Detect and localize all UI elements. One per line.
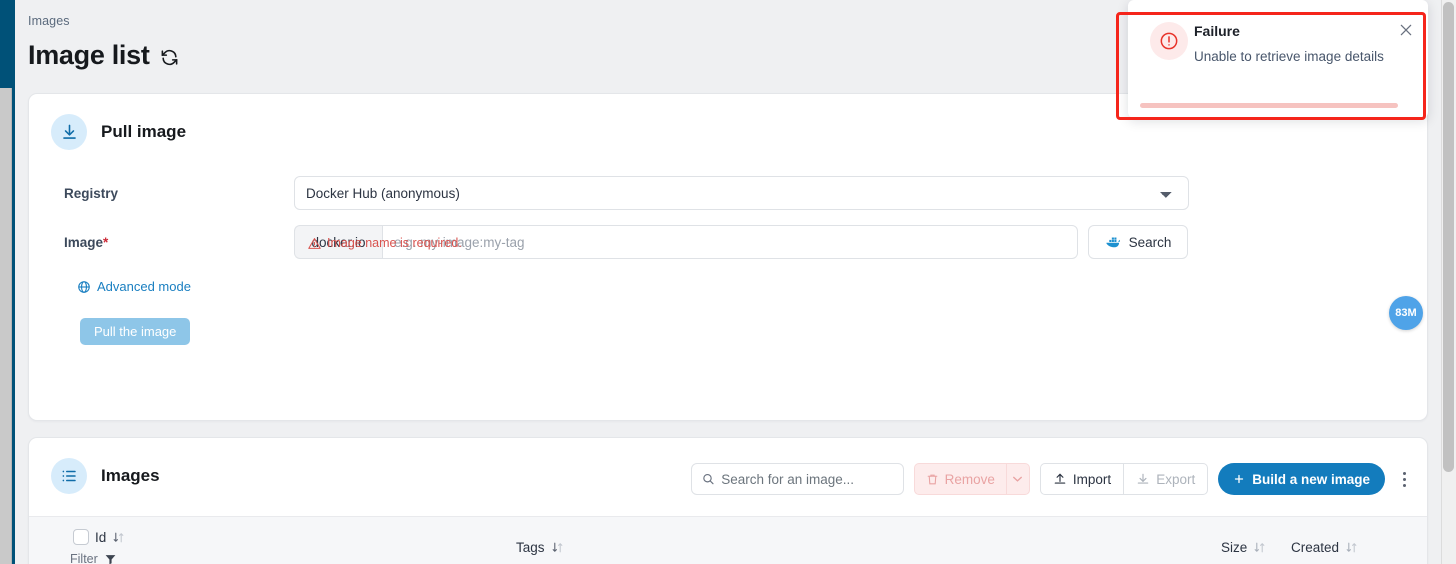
column-header-id[interactable]: Id (73, 529, 125, 545)
sort-icon[interactable] (551, 541, 564, 554)
advanced-mode-link[interactable]: Advanced mode (77, 279, 191, 294)
filter-control[interactable]: Filter (70, 552, 117, 564)
image-search-input[interactable] (721, 471, 893, 487)
page-scrollbar[interactable] (1441, 0, 1456, 564)
import-button[interactable]: Import (1039, 463, 1124, 495)
remove-button[interactable]: Remove (913, 463, 1006, 495)
page-header: Image list (28, 40, 179, 71)
error-text: Image name is required. (327, 236, 462, 250)
list-icon (51, 458, 87, 494)
build-button-label: Build a new image (1252, 471, 1370, 487)
column-label-id: Id (95, 529, 107, 545)
registry-label: Registry (64, 185, 119, 201)
image-label-text: Image (64, 234, 104, 250)
required-mark: * (103, 234, 109, 250)
left-scrollbar[interactable] (0, 88, 12, 564)
docker-whale-icon (1106, 237, 1120, 248)
toast-highlight-box (1116, 12, 1426, 120)
page-scrollbar-thumb[interactable] (1443, 2, 1454, 472)
image-row: Image* docker.io Search (29, 225, 1427, 259)
column-header-tags[interactable]: Tags (516, 540, 564, 555)
pull-the-image-button[interactable]: Pull the image (80, 318, 191, 345)
registry-select[interactable]: Docker Hub (anonymous) (294, 176, 1189, 210)
images-title: Images (101, 466, 160, 485)
plus-icon (1235, 474, 1244, 484)
pull-image-card: Pull image Registry Docker Hub (anonymou… (28, 93, 1428, 421)
remove-label: Remove (944, 471, 995, 487)
image-name-error: Image name is required. (308, 236, 462, 250)
upload-icon (1054, 473, 1066, 484)
globe-icon (78, 280, 90, 293)
images-toolbar: Remove Import (690, 463, 1413, 495)
download-icon (51, 114, 87, 150)
registry-row: Registry Docker Hub (anonymous) (29, 176, 1427, 210)
page-title: Image list (28, 40, 150, 70)
images-card: Images Remove (28, 437, 1428, 564)
search-image-button[interactable]: Search (1088, 225, 1188, 259)
filter-label: Filter (70, 552, 98, 564)
column-header-created[interactable]: Created (1291, 540, 1358, 555)
select-all-checkbox[interactable] (73, 529, 89, 545)
image-name-input[interactable] (382, 225, 1078, 259)
image-search-box[interactable] (690, 463, 904, 495)
pull-image-form: Registry Docker Hub (anonymous) Image* d… (29, 150, 1427, 345)
sort-icon[interactable] (1345, 541, 1358, 554)
export-label: Export (1156, 471, 1196, 487)
warning-triangle-icon (308, 237, 321, 249)
column-label-tags: Tags (516, 540, 545, 555)
chevron-down-icon (1013, 476, 1023, 482)
export-button[interactable]: Export (1123, 463, 1209, 495)
import-export-group: Import Export (1039, 463, 1209, 495)
sort-icon[interactable] (112, 531, 125, 544)
column-label-created: Created (1291, 540, 1340, 555)
image-label: Image* (29, 235, 294, 250)
funnel-icon[interactable] (104, 553, 117, 564)
build-new-image-button[interactable]: Build a new image (1218, 463, 1385, 495)
images-table-header: Id Filter Tags Size Created (29, 516, 1427, 564)
refresh-icon[interactable] (160, 48, 179, 67)
sort-icon[interactable] (1253, 541, 1266, 554)
search-icon (702, 473, 714, 485)
trash-icon (927, 474, 938, 484)
memory-usage-badge[interactable]: 83M (1389, 296, 1423, 330)
advanced-mode-label: Advanced mode (97, 279, 191, 294)
search-button-label: Search (1128, 234, 1172, 250)
download-icon (1137, 473, 1149, 484)
breadcrumb[interactable]: Images (28, 14, 70, 28)
remove-split-button: Remove (913, 463, 1030, 495)
column-label-size: Size (1221, 540, 1248, 555)
import-label: Import (1072, 471, 1112, 487)
column-header-size[interactable]: Size (1221, 540, 1266, 555)
remove-dropdown-toggle[interactable] (1005, 463, 1030, 495)
more-vertical-icon[interactable] (1395, 463, 1413, 495)
pull-image-title: Pull image (101, 122, 187, 141)
